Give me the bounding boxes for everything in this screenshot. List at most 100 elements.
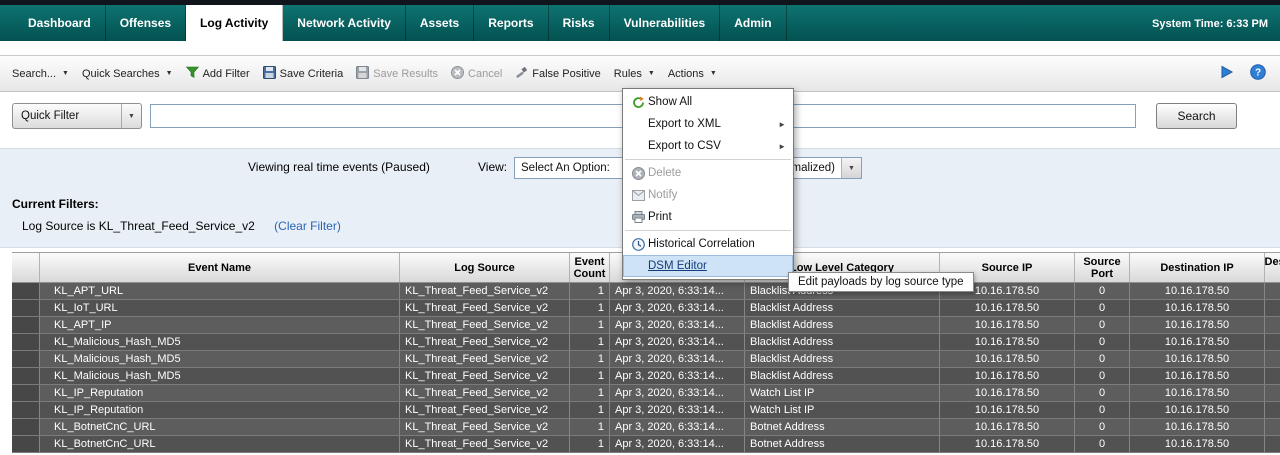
save-criteria-label: Save Criteria bbox=[280, 68, 344, 80]
row-select-cell[interactable] bbox=[12, 300, 40, 316]
tab-network-activity[interactable]: Network Activity bbox=[283, 5, 406, 41]
cell-destination-ip: 10.16.178.50 bbox=[1130, 436, 1265, 452]
cell-category: Blacklist Address bbox=[745, 334, 940, 350]
row-select-cell[interactable] bbox=[12, 351, 40, 367]
menu-item-print[interactable]: Print bbox=[623, 206, 793, 228]
cell-destination-port bbox=[1265, 436, 1280, 452]
cell-destination-ip: 10.16.178.50 bbox=[1130, 351, 1265, 367]
header-source-port[interactable]: Source Port bbox=[1075, 253, 1130, 282]
cell-event-name: KL_Malicious_Hash_MD5 bbox=[40, 368, 400, 384]
quick-filter-dropdown[interactable]: Quick Filter ▼ bbox=[12, 103, 142, 129]
cell-time: Apr 3, 2020, 6:33:14... bbox=[610, 402, 745, 418]
header-destination-ip[interactable]: Destination IP bbox=[1130, 253, 1265, 282]
header-event-count[interactable]: Event Count bbox=[570, 253, 610, 282]
header-destination-port[interactable]: Destination Port bbox=[1265, 253, 1280, 282]
false-positive-button[interactable]: False Positive bbox=[515, 66, 600, 82]
cell-event-name: KL_Malicious_Hash_MD5 bbox=[40, 351, 400, 367]
menu-item-export-csv[interactable]: Export to CSV ► bbox=[623, 135, 793, 157]
row-select-cell[interactable] bbox=[12, 419, 40, 435]
tab-admin[interactable]: Admin bbox=[720, 5, 786, 41]
cell-source-ip: 10.16.178.50 bbox=[940, 402, 1075, 418]
table-row[interactable]: KL_Malicious_Hash_MD5 KL_Threat_Feed_Ser… bbox=[12, 334, 1280, 351]
rules-button[interactable]: Rules ▼ bbox=[614, 68, 655, 80]
tab-log-activity[interactable]: Log Activity bbox=[186, 5, 283, 41]
cell-time: Apr 3, 2020, 6:33:14... bbox=[610, 300, 745, 316]
table-row[interactable]: KL_BotnetCnC_URL KL_Threat_Feed_Service_… bbox=[12, 419, 1280, 436]
menu-item-historical-correlation[interactable]: Historical Correlation bbox=[623, 233, 793, 255]
cell-destination-port bbox=[1265, 334, 1280, 350]
envelope-icon bbox=[628, 190, 648, 201]
cell-time: Apr 3, 2020, 6:33:14... bbox=[610, 368, 745, 384]
menu-item-dsm-editor[interactable]: DSM Editor bbox=[623, 255, 793, 277]
help-icon[interactable]: ? bbox=[1250, 64, 1266, 83]
cell-destination-port bbox=[1265, 300, 1280, 316]
row-select-cell[interactable] bbox=[12, 385, 40, 401]
system-time: System Time: 6:33 PM bbox=[1152, 18, 1268, 30]
save-criteria-button[interactable]: Save Criteria bbox=[263, 66, 344, 82]
hammer-icon bbox=[515, 66, 528, 82]
cell-event-count: 1 bbox=[570, 436, 610, 452]
header-log-source[interactable]: Log Source bbox=[400, 253, 570, 282]
cell-source-port: 0 bbox=[1075, 419, 1130, 435]
clear-filter-link[interactable]: (Clear Filter) bbox=[274, 219, 341, 233]
row-select-cell[interactable] bbox=[12, 334, 40, 350]
cell-event-count: 1 bbox=[570, 334, 610, 350]
menu-item-show-all[interactable]: Show All bbox=[623, 91, 793, 113]
table-row[interactable]: KL_APT_IP KL_Threat_Feed_Service_v2 1 Ap… bbox=[12, 317, 1280, 334]
cell-event-name: KL_APT_URL bbox=[40, 283, 400, 299]
tab-offenses[interactable]: Offenses bbox=[106, 5, 186, 41]
row-select-cell[interactable] bbox=[12, 402, 40, 418]
quick-searches-button[interactable]: Quick Searches ▼ bbox=[82, 68, 173, 80]
svg-text:?: ? bbox=[1255, 68, 1261, 79]
cell-log-source: KL_Threat_Feed_Service_v2 bbox=[400, 436, 570, 452]
menu-item-export-xml[interactable]: Export to XML ► bbox=[623, 113, 793, 135]
add-filter-label: Add Filter bbox=[203, 68, 250, 80]
tab-reports[interactable]: Reports bbox=[474, 5, 548, 41]
cell-source-ip: 10.16.178.50 bbox=[940, 436, 1075, 452]
cell-source-ip: 10.16.178.50 bbox=[940, 419, 1075, 435]
cell-event-count: 1 bbox=[570, 419, 610, 435]
row-select-cell[interactable] bbox=[12, 436, 40, 452]
quick-filter-dropdown-label: Quick Filter bbox=[21, 110, 79, 122]
table-row[interactable]: KL_IP_Reputation KL_Threat_Feed_Service_… bbox=[12, 402, 1280, 419]
cell-event-name: KL_IP_Reputation bbox=[40, 402, 400, 418]
printer-icon bbox=[628, 211, 648, 223]
tab-risks[interactable]: Risks bbox=[549, 5, 610, 41]
menu-item-notify[interactable]: Notify bbox=[623, 184, 793, 206]
tab-vulnerabilities[interactable]: Vulnerabilities bbox=[610, 5, 721, 41]
table-row[interactable]: KL_IoT_URL KL_Threat_Feed_Service_v2 1 A… bbox=[12, 300, 1280, 317]
cell-category: Watch List IP bbox=[745, 385, 940, 401]
table-row[interactable]: KL_IP_Reputation KL_Threat_Feed_Service_… bbox=[12, 385, 1280, 402]
search-button[interactable]: Search bbox=[1156, 103, 1237, 129]
header-event-name[interactable]: Event Name bbox=[40, 253, 400, 282]
tab-dashboard[interactable]: Dashboard bbox=[14, 5, 106, 41]
row-select-cell[interactable] bbox=[12, 317, 40, 333]
cell-log-source: KL_Threat_Feed_Service_v2 bbox=[400, 283, 570, 299]
table-row[interactable]: KL_Malicious_Hash_MD5 KL_Threat_Feed_Ser… bbox=[12, 368, 1280, 385]
cell-event-name: KL_BotnetCnC_URL bbox=[40, 436, 400, 452]
menu-item-label: Print bbox=[648, 211, 672, 223]
save-results-button[interactable]: Save Results bbox=[356, 66, 438, 82]
table-row[interactable]: KL_Malicious_Hash_MD5 KL_Threat_Feed_Ser… bbox=[12, 351, 1280, 368]
search-menu-button[interactable]: Search... ▼ bbox=[12, 68, 69, 80]
chevron-down-icon: ▼ bbox=[166, 70, 173, 77]
show-all-icon bbox=[628, 96, 648, 109]
add-filter-button[interactable]: Add Filter bbox=[186, 66, 250, 82]
menu-item-delete[interactable]: Delete bbox=[623, 162, 793, 184]
actions-button[interactable]: Actions ▼ bbox=[668, 68, 717, 80]
cell-time: Apr 3, 2020, 6:33:14... bbox=[610, 436, 745, 452]
cell-source-ip: 10.16.178.50 bbox=[940, 385, 1075, 401]
row-select-cell[interactable] bbox=[12, 368, 40, 384]
chevron-down-icon: ▼ bbox=[62, 70, 69, 77]
menu-item-label: Historical Correlation bbox=[648, 238, 755, 250]
tab-assets[interactable]: Assets bbox=[406, 5, 474, 41]
table-row[interactable]: KL_BotnetCnC_URL KL_Threat_Feed_Service_… bbox=[12, 436, 1280, 453]
play-icon[interactable] bbox=[1220, 65, 1234, 82]
row-select-cell[interactable] bbox=[12, 283, 40, 299]
chevron-down-icon: ▼ bbox=[841, 158, 861, 178]
cancel-button[interactable]: Cancel bbox=[451, 66, 502, 82]
table-row[interactable]: KL_APT_URL KL_Threat_Feed_Service_v2 1 A… bbox=[12, 283, 1280, 300]
actions-label: Actions bbox=[668, 68, 704, 80]
quick-searches-label: Quick Searches bbox=[82, 68, 160, 80]
cell-time: Apr 3, 2020, 6:33:14... bbox=[610, 385, 745, 401]
